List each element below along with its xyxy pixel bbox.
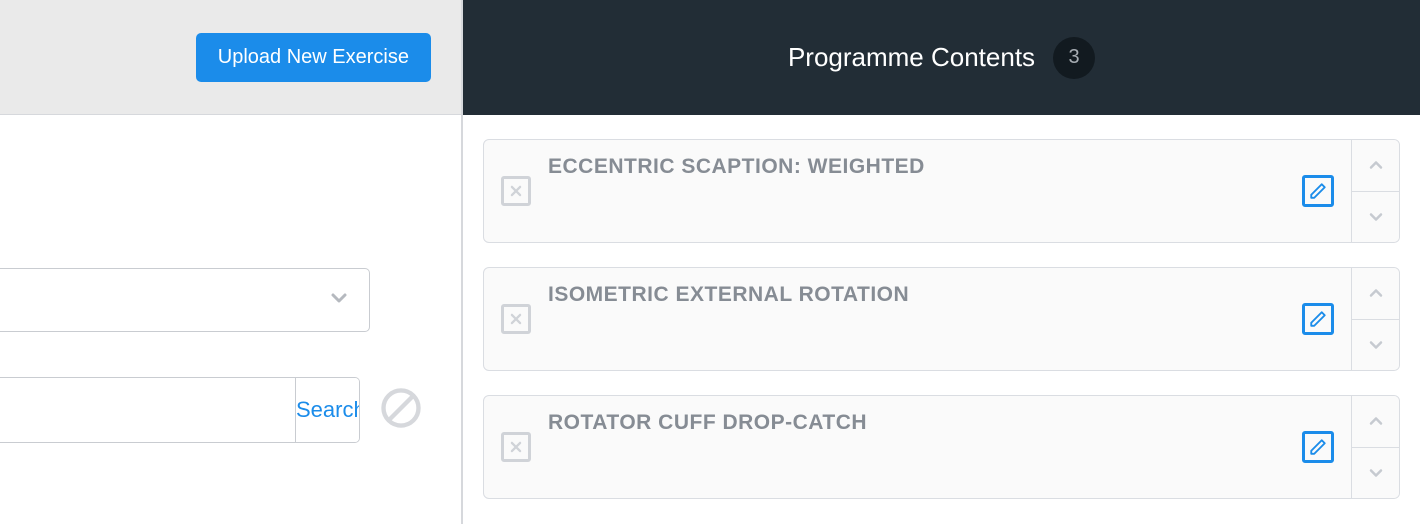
- search-button[interactable]: Search: [295, 378, 360, 442]
- remove-button[interactable]: [501, 304, 531, 334]
- move-up-button[interactable]: [1352, 268, 1399, 320]
- programme-count-badge: 3: [1053, 37, 1095, 79]
- exercise-card: ROTATOR CUFF DROP-CATCH: [483, 395, 1400, 499]
- right-panel: Programme Contents 3 ECCENTRIC SCAPTION:…: [463, 0, 1420, 524]
- move-down-button[interactable]: [1352, 320, 1399, 371]
- exercise-list: ECCENTRIC SCAPTION: WEIGHTED: [463, 115, 1420, 523]
- left-toolbar: Upload New Exercise: [0, 0, 461, 115]
- remove-button[interactable]: [501, 176, 531, 206]
- category-select[interactable]: [0, 268, 370, 332]
- edit-button[interactable]: [1302, 175, 1334, 207]
- exercise-card: ISOMETRIC EXTERNAL ROTATION: [483, 267, 1400, 371]
- exercise-name: ROTATOR CUFF DROP-CATCH: [548, 411, 1285, 435]
- exercise-name: ISOMETRIC EXTERNAL ROTATION: [548, 283, 1285, 307]
- chevron-down-icon: [327, 286, 351, 315]
- programme-header: Programme Contents 3: [463, 0, 1420, 115]
- edit-button[interactable]: [1302, 303, 1334, 335]
- left-panel: Upload New Exercise Search: [0, 0, 463, 524]
- edit-button[interactable]: [1302, 431, 1334, 463]
- remove-button[interactable]: [501, 432, 531, 462]
- search-input[interactable]: [0, 378, 295, 442]
- move-down-button[interactable]: [1352, 448, 1399, 499]
- clear-search-icon[interactable]: [380, 387, 422, 434]
- search-group: Search: [0, 377, 360, 443]
- move-up-button[interactable]: [1352, 396, 1399, 448]
- move-up-button[interactable]: [1352, 140, 1399, 192]
- upload-new-exercise-button[interactable]: Upload New Exercise: [196, 33, 431, 82]
- exercise-card: ECCENTRIC SCAPTION: WEIGHTED: [483, 139, 1400, 243]
- move-down-button[interactable]: [1352, 192, 1399, 243]
- exercise-name: ECCENTRIC SCAPTION: WEIGHTED: [548, 155, 1285, 179]
- page-title: Programme Contents: [788, 42, 1035, 73]
